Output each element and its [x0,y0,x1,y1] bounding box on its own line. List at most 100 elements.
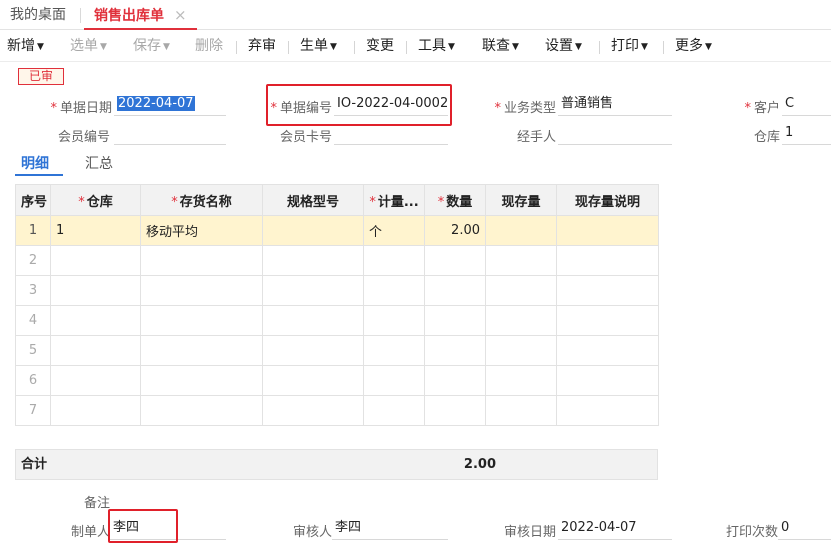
tools-button-label: 工具 [418,38,446,54]
cell-unit[interactable] [363,245,425,276]
new-button[interactable]: 新增 ▼ [7,31,44,62]
grid-header-row: 序号 * 仓库 * 存货名称 规格型号 * 计量... * 数量 现存量 现存量说明 [15,184,659,216]
toolbar-divider [599,41,600,54]
col-header-qty[interactable]: * 数量 [424,184,486,216]
table-row[interactable]: 6 [15,365,659,396]
cell-warehouse[interactable] [50,275,141,306]
table-row[interactable]: 2 [15,245,659,276]
auditor-field[interactable]: 李四 [332,518,448,540]
table-row[interactable]: 1 1 移动平均 个 2.00 [15,215,659,246]
cell-warehouse[interactable] [50,305,141,336]
col-header-item[interactable]: * 存货名称 [140,184,263,216]
cell-qty[interactable] [424,335,486,366]
toolbar: 新增 ▼ 选单 ▼ 保存 ▼ 删除 弃审 生单 ▼ 变更 工具 ▼ 联查 ▼ 设置 ▼ 打印 ▼… [0,31,831,62]
cell-item[interactable] [140,275,263,306]
table-row[interactable]: 4 [15,305,659,336]
cell-warehouse[interactable] [50,365,141,396]
delete-button[interactable]: 删除 [195,31,223,62]
status-badge: 已审 [18,68,64,85]
warehouse-field[interactable]: 1 [782,123,831,145]
chevron-down-icon: ▼ [100,42,107,52]
new-button-label: 新增 [7,38,35,54]
handler-field[interactable] [558,123,672,145]
cell-qty[interactable] [424,245,486,276]
pick-button[interactable]: 选单 ▼ [70,31,107,62]
member-card-field[interactable] [334,123,448,145]
cell-spec[interactable] [262,305,364,336]
biz-type-label: * 业务类型 [482,97,556,116]
cell-spec[interactable] [262,395,364,426]
cell-qty[interactable] [424,305,486,336]
cell-item[interactable]: 移动平均 [140,215,263,246]
table-row[interactable]: 7 [15,395,659,426]
customer-label-text: 客户 [753,101,780,116]
tab-my-desktop[interactable]: 我的桌面 [10,0,66,30]
cell-item[interactable] [140,395,263,426]
cell-qty[interactable] [424,365,486,396]
col-header-spec[interactable]: 规格型号 [262,184,364,216]
col-header-stock-note[interactable]: 现存量说明 [556,184,659,216]
cell-qty[interactable] [424,395,486,426]
cell-item[interactable] [140,365,263,396]
cell-stock [485,395,557,426]
cell-stock-note [556,275,659,306]
table-row[interactable]: 3 [15,275,659,306]
cell-index: 7 [15,395,51,426]
cell-warehouse[interactable] [50,245,141,276]
cell-unit[interactable] [363,275,425,306]
customer-field[interactable]: C [782,94,831,116]
member-no-field[interactable] [114,123,226,145]
cell-qty[interactable] [424,275,486,306]
chevron-down-icon: ▼ [330,42,337,52]
more-button[interactable]: 更多 ▼ [675,31,712,62]
tab-detail-underline [15,174,63,176]
cell-item[interactable] [140,335,263,366]
cell-spec[interactable] [262,335,364,366]
generate-button[interactable]: 生单 ▼ [300,31,337,62]
cell-warehouse[interactable]: 1 [50,215,141,246]
date-label-text: 单据日期 [59,101,112,116]
tab-summary[interactable]: 汇总 [85,153,113,173]
date-field[interactable]: 2022-04-07 [114,94,226,116]
cell-qty[interactable]: 2.00 [424,215,486,246]
cell-index: 6 [15,365,51,396]
tab-detail[interactable]: 明细 [21,153,49,173]
col-header-unit[interactable]: * 计量... [363,184,425,216]
cell-stock-note [556,365,659,396]
change-button[interactable]: 变更 [366,31,394,62]
cell-unit[interactable] [363,335,425,366]
cell-unit[interactable]: 个 [363,215,425,246]
query-button[interactable]: 联查 ▼ [482,31,519,62]
table-row[interactable]: 5 [15,335,659,366]
cell-unit[interactable] [363,365,425,396]
chevron-down-icon: ▼ [448,42,455,52]
cell-warehouse[interactable] [50,395,141,426]
close-icon[interactable]: × [174,6,187,24]
cell-spec[interactable] [262,365,364,396]
cell-spec[interactable] [262,215,364,246]
required-mark: * [369,194,376,210]
cell-item[interactable] [140,245,263,276]
tools-button[interactable]: 工具 ▼ [418,31,455,62]
col-header-index[interactable]: 序号 [15,184,51,216]
biz-type-field[interactable]: 普通销售 [558,94,672,116]
cell-index: 2 [15,245,51,276]
cell-unit[interactable] [363,395,425,426]
col-header-stock[interactable]: 现存量 [485,184,557,216]
cell-spec[interactable] [262,245,364,276]
save-button[interactable]: 保存 ▼ [133,31,170,62]
tab-divider [80,8,81,23]
annotation-highlight-maker [108,509,178,543]
col-header-warehouse[interactable]: * 仓库 [50,184,141,216]
cell-spec[interactable] [262,275,364,306]
cell-warehouse[interactable] [50,335,141,366]
cell-item[interactable] [140,305,263,336]
cell-unit[interactable] [363,305,425,336]
audit-date-field[interactable]: 2022-04-07 [558,518,672,540]
handler-label: 经手人 [516,130,556,145]
print-button[interactable]: 打印 ▼ [611,31,648,62]
tab-sales-outbound[interactable]: 销售出库单 × [84,0,197,30]
abandon-audit-button[interactable]: 弃审 [248,31,276,62]
settings-button[interactable]: 设置 ▼ [545,31,582,62]
col-header-warehouse-text: 仓库 [86,194,113,210]
